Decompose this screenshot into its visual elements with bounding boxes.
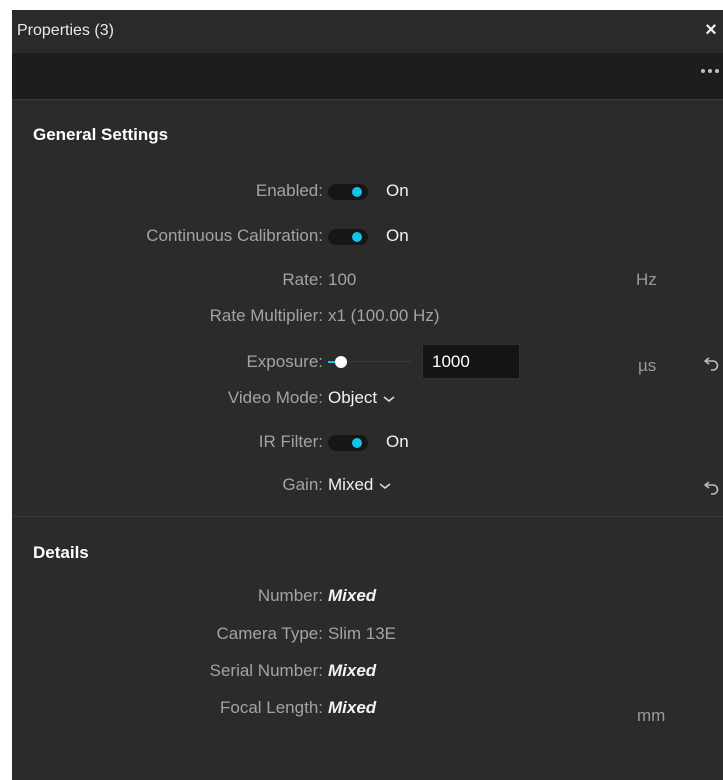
- ir-filter-label: IR Filter:: [258, 432, 323, 451]
- enabled-toggle[interactable]: [328, 184, 368, 200]
- number-label: Number:: [257, 586, 323, 605]
- serial-number-value: Mixed: [328, 661, 377, 680]
- continuous-calibration-toggle[interactable]: [328, 229, 368, 245]
- more-horizontal-icon: [701, 69, 719, 73]
- gain-dropdown[interactable]: Mixed: [328, 475, 391, 495]
- ir-filter-state: On: [386, 432, 409, 451]
- exposure-unit: µs: [638, 356, 657, 375]
- row-number: Number: Mixed: [12, 582, 723, 610]
- chevron-down-icon: [383, 395, 395, 402]
- number-value: Mixed: [328, 586, 377, 605]
- focal-length-unit: mm: [637, 706, 666, 725]
- camera-type-label: Camera Type:: [216, 624, 323, 643]
- video-mode-label: Video Mode:: [227, 388, 323, 407]
- rate-value: 100: [328, 270, 357, 289]
- toggle-knob: [352, 438, 362, 448]
- row-continuous-calibration: Continuous Calibration: On: [12, 222, 723, 250]
- row-enabled: Enabled: On: [12, 177, 723, 205]
- gain-label: Gain:: [282, 475, 323, 494]
- enabled-label: Enabled:: [255, 181, 323, 200]
- rate-unit: Hz: [636, 270, 657, 289]
- close-button[interactable]: ×: [701, 17, 721, 43]
- more-options-button[interactable]: [698, 61, 722, 81]
- row-video-mode: Video Mode: Object: [12, 384, 723, 412]
- section-header-details: Details: [33, 543, 89, 562]
- video-mode-dropdown[interactable]: Object: [328, 388, 395, 408]
- exposure-reset-button[interactable]: [703, 354, 721, 372]
- row-camera-type: Camera Type: Slim 13E: [12, 620, 723, 648]
- row-rate: Rate: 100 Hz: [12, 266, 723, 294]
- camera-type-value: Slim 13E: [328, 624, 397, 643]
- chevron-down-icon: [379, 482, 391, 489]
- reset-icon: [704, 357, 719, 371]
- rate-multiplier-value: x1 (100.00 Hz): [328, 306, 440, 325]
- panel-titlebar: Properties (3) ×: [12, 10, 723, 53]
- panel-toolbar: [12, 53, 723, 100]
- toggle-knob: [352, 232, 362, 242]
- exposure-input[interactable]: [422, 344, 520, 379]
- video-mode-value: Object: [328, 388, 378, 407]
- continuous-calibration-label: Continuous Calibration:: [146, 226, 323, 245]
- ir-filter-toggle[interactable]: [328, 435, 368, 451]
- panel-title: Properties (3): [17, 22, 114, 39]
- reset-icon: [704, 481, 719, 495]
- exposure-slider-track: [347, 361, 412, 362]
- properties-panel: Properties (3) × General Settings Enable…: [12, 10, 723, 780]
- exposure-label: Exposure:: [246, 352, 323, 371]
- serial-number-label: Serial Number:: [209, 661, 323, 680]
- row-ir-filter: IR Filter: On: [12, 428, 723, 456]
- gain-value: Mixed: [328, 475, 374, 494]
- enabled-state: On: [386, 181, 409, 200]
- row-exposure: Exposure: µs: [12, 344, 723, 379]
- toggle-knob: [352, 187, 362, 197]
- focal-length-label: Focal Length:: [219, 698, 323, 717]
- row-rate-multiplier: Rate Multiplier: x1 (100.00 Hz): [12, 302, 723, 330]
- exposure-slider-thumb[interactable]: [335, 356, 347, 368]
- exposure-slider[interactable]: [328, 352, 412, 372]
- rate-multiplier-label: Rate Multiplier:: [209, 306, 323, 325]
- rate-label: Rate:: [282, 270, 323, 289]
- gain-reset-button[interactable]: [703, 478, 721, 496]
- row-serial-number: Serial Number: Mixed: [12, 657, 723, 685]
- section-divider: [12, 516, 723, 517]
- row-focal-length: Focal Length: Mixed mm: [12, 694, 723, 725]
- continuous-calibration-state: On: [386, 226, 409, 245]
- row-gain: Gain: Mixed: [12, 471, 723, 499]
- section-header-general-settings: General Settings: [33, 125, 169, 144]
- focal-length-value: Mixed: [328, 698, 377, 717]
